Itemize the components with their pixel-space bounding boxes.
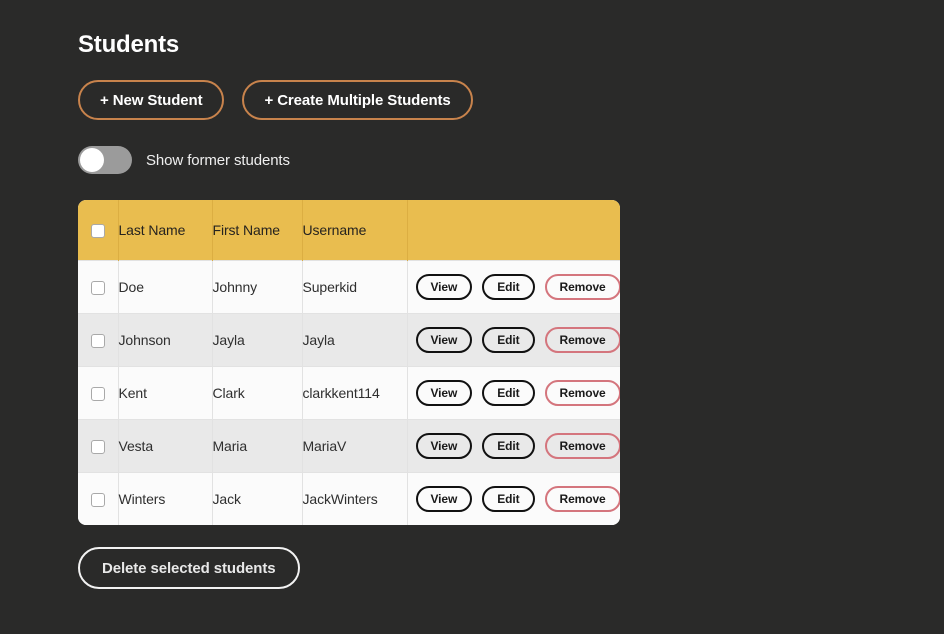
cell-last-name: Vesta: [118, 419, 213, 473]
table-row: Doe Johnny Superkid View Edit Remove: [78, 260, 620, 314]
row-select-cell: [78, 419, 119, 473]
show-former-students-label: Show former students: [146, 151, 290, 169]
remove-button[interactable]: Remove: [544, 327, 620, 353]
cell-username: JackWinters: [302, 472, 408, 525]
remove-button[interactable]: Remove: [544, 380, 620, 406]
students-page: Students + New Student + Create Multiple…: [0, 0, 944, 634]
cell-actions: View Edit Remove: [407, 261, 620, 314]
create-multiple-students-button[interactable]: + Create Multiple Students: [242, 80, 473, 120]
cell-first-name: Maria: [212, 419, 303, 473]
edit-button[interactable]: Edit: [482, 486, 535, 512]
show-former-students-toggle[interactable]: [78, 146, 132, 174]
edit-button[interactable]: Edit: [482, 274, 535, 300]
view-button[interactable]: View: [415, 274, 473, 300]
row-select-checkbox[interactable]: [90, 334, 105, 349]
cell-first-name: Clark: [212, 366, 303, 420]
table-row: Vesta Maria MariaV View Edit Remove: [78, 419, 620, 473]
cell-last-name: Winters: [118, 472, 213, 525]
delete-selected-students-button[interactable]: Delete selected students: [78, 547, 300, 589]
row-action-group: View Edit Remove: [415, 380, 620, 406]
cell-username: Jayla: [302, 313, 408, 367]
row-select-checkbox[interactable]: [90, 387, 105, 402]
cell-actions: View Edit Remove: [407, 473, 620, 526]
table-row: Johnson Jayla Jayla View Edit Remove: [78, 313, 620, 367]
edit-button[interactable]: Edit: [482, 433, 535, 459]
toggle-knob: [80, 148, 104, 172]
column-header-actions: [407, 200, 620, 261]
cell-first-name: Jayla: [212, 313, 303, 367]
remove-button[interactable]: Remove: [544, 274, 620, 300]
column-header-username[interactable]: Username: [302, 200, 408, 261]
table-header: Last Name First Name Username: [78, 200, 620, 261]
cell-username: MariaV: [302, 419, 408, 473]
cell-last-name: Doe: [118, 260, 213, 314]
edit-button[interactable]: Edit: [482, 380, 535, 406]
column-header-first-name[interactable]: First Name: [212, 200, 303, 261]
row-action-group: View Edit Remove: [415, 486, 620, 512]
students-table: Last Name First Name Username Doe Johnny…: [78, 200, 620, 525]
view-button[interactable]: View: [415, 380, 473, 406]
cell-last-name: Johnson: [118, 313, 213, 367]
students-table-container: Last Name First Name Username Doe Johnny…: [78, 200, 620, 525]
view-button[interactable]: View: [415, 433, 473, 459]
cell-actions: View Edit Remove: [407, 367, 620, 420]
column-header-last-name[interactable]: Last Name: [118, 200, 213, 261]
row-select-cell: [78, 472, 119, 525]
new-student-button[interactable]: + New Student: [78, 80, 225, 120]
row-action-group: View Edit Remove: [415, 327, 620, 353]
row-select-cell: [78, 366, 119, 420]
cell-actions: View Edit Remove: [407, 420, 620, 473]
cell-username: clarkkent114: [302, 366, 408, 420]
row-select-cell: [78, 260, 119, 314]
select-all-cell: [78, 200, 119, 261]
cell-username: Superkid: [302, 260, 408, 314]
table-header-row: Last Name First Name Username: [78, 200, 620, 261]
cell-first-name: Johnny: [212, 260, 303, 314]
row-select-checkbox[interactable]: [90, 440, 105, 455]
footer-actions: Delete selected students: [78, 547, 944, 589]
row-action-group: View Edit Remove: [415, 433, 620, 459]
row-select-checkbox[interactable]: [90, 281, 105, 296]
select-all-checkbox[interactable]: [90, 224, 105, 239]
remove-button[interactable]: Remove: [544, 433, 620, 459]
table-row: Winters Jack JackWinters View Edit Remov…: [78, 472, 620, 526]
cell-first-name: Jack: [212, 472, 303, 525]
table-row: Kent Clark clarkkent114 View Edit Remove: [78, 366, 620, 420]
row-action-group: View Edit Remove: [415, 274, 620, 300]
row-select-cell: [78, 313, 119, 367]
view-button[interactable]: View: [415, 486, 473, 512]
show-former-students-row: Show former students: [78, 146, 944, 174]
cell-last-name: Kent: [118, 366, 213, 420]
edit-button[interactable]: Edit: [482, 327, 535, 353]
cell-actions: View Edit Remove: [407, 314, 620, 367]
primary-actions: + New Student + Create Multiple Students: [78, 80, 944, 120]
view-button[interactable]: View: [415, 327, 473, 353]
remove-button[interactable]: Remove: [544, 486, 620, 512]
row-select-checkbox[interactable]: [90, 493, 105, 508]
page-title: Students: [78, 31, 180, 58]
table-body: Doe Johnny Superkid View Edit Remove Joh…: [78, 260, 620, 526]
